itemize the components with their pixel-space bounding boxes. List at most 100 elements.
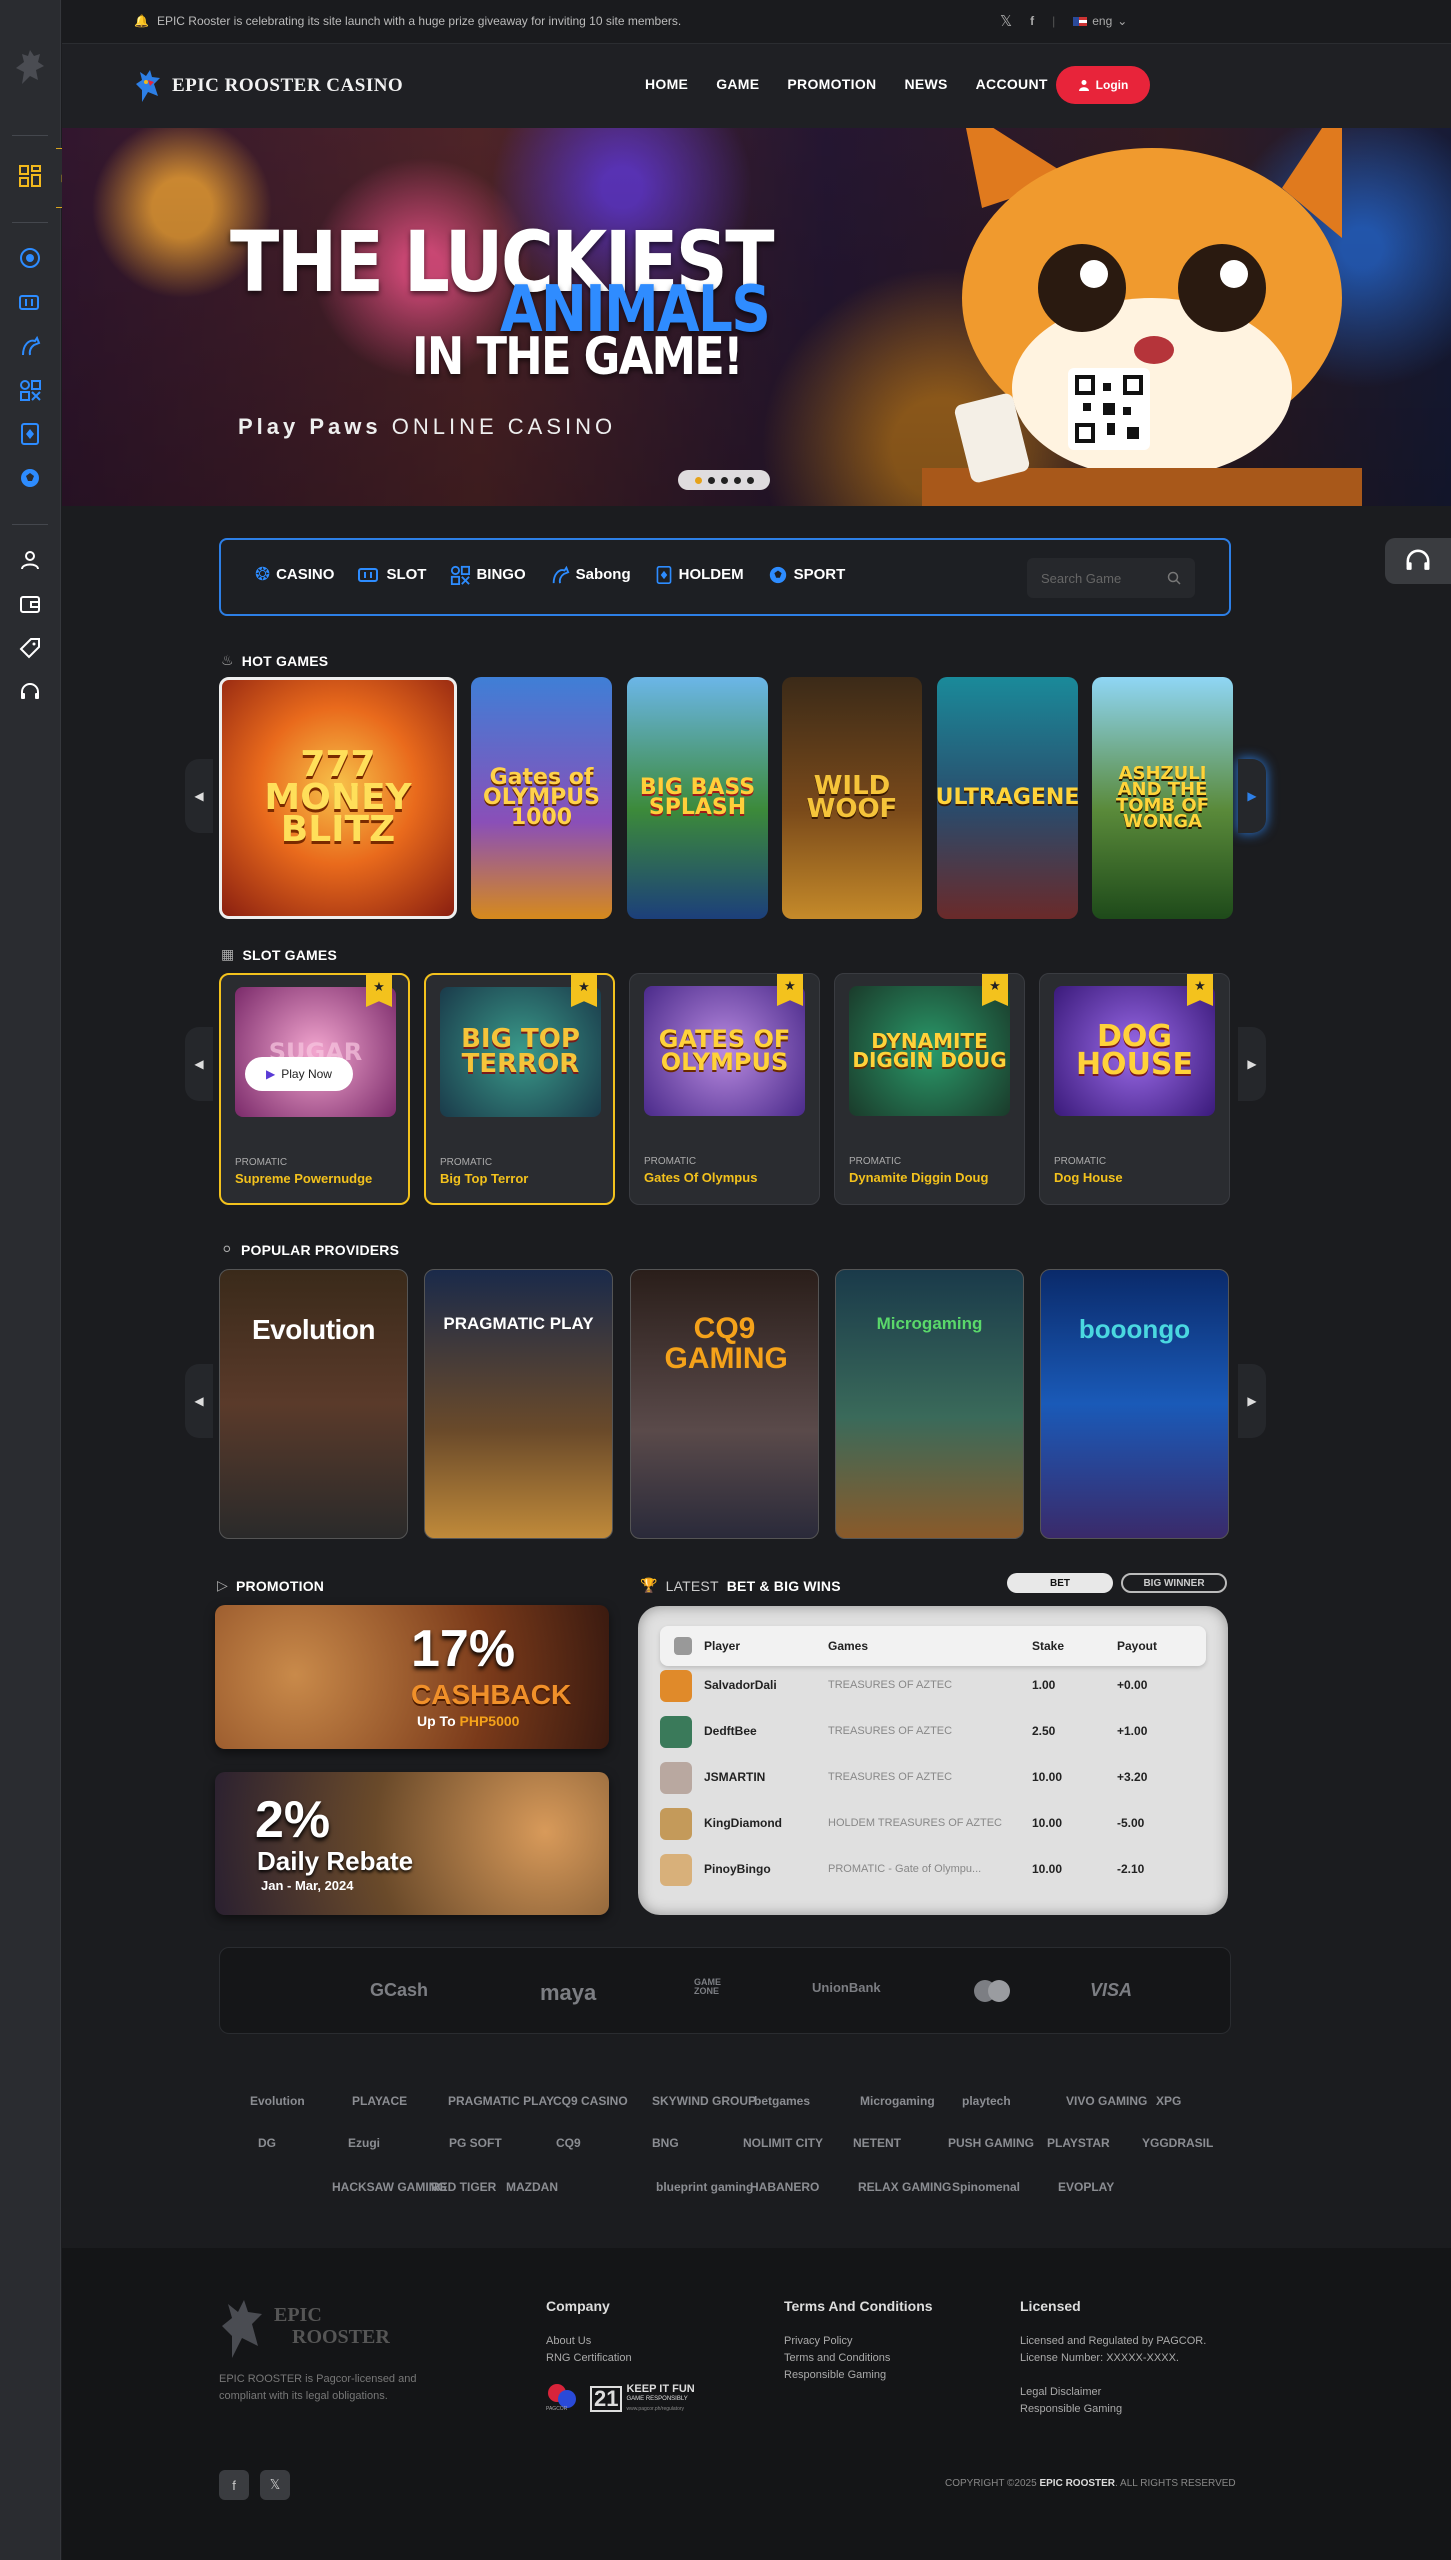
menu-game[interactable]: GAME [716,76,759,92]
provider-card[interactable]: PRAGMATIC PLAY [424,1269,613,1539]
category-slot[interactable]: SLOT [358,564,426,585]
wallet-icon[interactable] [18,592,42,616]
provider-logo[interactable]: SKYWIND GROUP [652,2094,756,2108]
footer-x-twitter-icon[interactable]: 𝕏 [260,2470,290,2500]
provider-logo[interactable]: DG [258,2136,276,2150]
tab-bet[interactable]: BET [1007,1573,1113,1593]
hot-games-next-button[interactable]: ▶ [1238,759,1266,833]
provider-logo[interactable]: VIVO GAMING [1066,2094,1147,2108]
provider-logo[interactable]: blueprint gaming [656,2180,753,2194]
provider-logo[interactable]: NOLIMIT CITY [743,2136,823,2150]
rooster-logo-icon[interactable] [14,46,46,90]
provider-logo[interactable]: playtech [962,2094,1011,2108]
provider-logo[interactable]: Ezugi [348,2136,380,2150]
menu-news[interactable]: NEWS [904,76,947,92]
footer-link-responsible-gaming-2[interactable]: Responsible Gaming [1020,2401,1206,2418]
provider-logo[interactable]: YGGDRASIL [1142,2136,1213,2150]
hot-game-card[interactable]: WILD WOOF [782,677,922,919]
footer-link-about-us[interactable]: About Us [546,2333,632,2350]
search-game-input[interactable]: Search Game [1027,558,1195,598]
slot-machine-icon[interactable] [18,290,42,314]
footer-link-privacy-policy[interactable]: Privacy Policy [784,2333,933,2350]
provider-logo[interactable]: CQ9 [556,2136,581,2150]
category-sport[interactable]: SPORT [768,564,845,585]
footer-facebook-icon[interactable]: f [219,2470,249,2500]
search-icon[interactable] [1167,571,1181,585]
login-button[interactable]: Login [1056,66,1150,104]
hot-game-card[interactable]: BIG BASS SPLASH [627,677,768,919]
slot-game-card[interactable]: SUGAR ▶ Play Now ★ PROMATIC Supreme Power… [219,973,410,1205]
bingo-icon[interactable] [18,378,42,402]
slot-game-card[interactable]: DYNAMITE DIGGIN DOUG ★ PROMATIC Dynamite… [834,973,1025,1205]
slot-games-prev-button[interactable]: ◀ [185,1027,213,1101]
provider-card[interactable]: booongo [1040,1269,1229,1539]
dashboard-icon[interactable] [18,164,42,188]
provider-logo[interactable]: PRAGMATIC PLAY [448,2094,554,2108]
hero-banner[interactable]: THE LUCKIEST ANIMALS IN THE GAME! Play P… [62,128,1451,506]
support-chat-button[interactable] [1385,538,1451,584]
hot-game-card[interactable]: ULTRAGENE [937,677,1078,919]
carousel-dots[interactable] [678,470,770,490]
category-sabong[interactable]: Sabong [550,564,631,585]
play-now-button[interactable]: ▶ Play Now [245,1057,353,1091]
hot-game-card[interactable]: ASHZULI AND THE TOMB OF WONGA [1092,677,1233,919]
provider-logo[interactable]: Spinomenal [952,2180,1020,2194]
category-bingo[interactable]: BINGO [450,564,526,585]
qr-code[interactable] [1068,368,1150,450]
slot-game-card[interactable]: GATES OF OLYMPUS ★ PROMATIC Gates Of Oly… [629,973,820,1205]
hot-game-card[interactable]: 777 MONEY BLITZ [219,677,457,919]
language-selector[interactable]: eng ⌄ [1073,14,1127,28]
tab-big-winner[interactable]: BIG WINNER [1121,1573,1227,1593]
support-headset-icon[interactable] [18,680,42,704]
sabong-rooster-icon[interactable] [18,334,42,358]
tag-icon[interactable] [18,636,42,660]
provider-logo[interactable]: HACKSAW GAMING [332,2180,447,2194]
footer-logo[interactable]: EPIC ROOSTER [218,2296,390,2366]
provider-logo[interactable]: PLAYACE [352,2094,407,2108]
casino-chip-icon[interactable] [18,246,42,270]
provider-logo[interactable]: Evolution [250,2094,305,2108]
facebook-icon[interactable]: f [1030,14,1034,28]
slot-game-card[interactable]: DOG HOUSE ★ PROMATIC Dog House [1039,973,1230,1205]
provider-card[interactable]: Evolution [219,1269,408,1539]
promo-banner-rebate[interactable]: 2% Daily Rebate Jan - Mar, 2024 [215,1772,609,1915]
provider-logo[interactable]: MAZDAN [506,2180,558,2194]
category-holdem[interactable]: HOLDEM [655,564,744,585]
x-twitter-icon[interactable]: 𝕏 [1000,12,1012,30]
footer-link-terms[interactable]: Terms and Conditions [784,2350,933,2367]
provider-logo[interactable]: Microgaming [860,2094,935,2108]
footer-link-rng-certification[interactable]: RNG Certification [546,2350,632,2367]
slot-games-next-button[interactable]: ▶ [1238,1027,1266,1101]
sport-ball-icon[interactable] [18,466,42,490]
provider-logo[interactable]: RED TIGER [431,2180,496,2194]
footer-link-responsible-gaming[interactable]: Responsible Gaming [784,2367,933,2384]
provider-logo[interactable]: PUSH GAMING [948,2136,1034,2150]
slot-game-card[interactable]: BIG TOP TERROR ★ PROMATIC Big Top Terror [424,973,615,1205]
provider-card[interactable]: CQ9 GAMING [630,1269,819,1539]
menu-home[interactable]: HOME [645,76,688,92]
user-icon[interactable] [18,548,42,572]
footer-link-legal-disclaimer[interactable]: Legal Disclaimer [1020,2384,1206,2401]
menu-promotion[interactable]: PROMOTION [787,76,876,92]
hot-games-prev-button[interactable]: ◀ [185,759,213,833]
provider-logo[interactable]: betgames [754,2094,810,2108]
provider-logo[interactable]: HABANERO [750,2180,819,2194]
providers-next-button[interactable]: ▶ [1238,1364,1266,1438]
provider-logo[interactable]: EVOPLAY [1058,2180,1114,2194]
provider-logo[interactable]: RELAX GAMING [858,2180,951,2194]
hot-game-card[interactable]: Gates of OLYMPUS 1000 [471,677,612,919]
providers-prev-button[interactable]: ◀ [185,1364,213,1438]
provider-logo[interactable]: XPG [1156,2094,1181,2108]
popular-providers-title-text: POPULAR PROVIDERS [240,1241,400,1258]
provider-logo[interactable]: NETENT [853,2136,901,2150]
provider-logo[interactable]: BNG [652,2136,679,2150]
holdem-card-icon[interactable] [18,422,42,446]
provider-card[interactable]: Microgaming [835,1269,1024,1539]
provider-logo[interactable]: PLAYSTAR [1047,2136,1110,2150]
promo-banner-cashback[interactable]: 17% CASHBACK Up To PHP5000 [215,1605,609,1749]
provider-logo[interactable]: PG SOFT [449,2136,502,2150]
menu-account[interactable]: ACCOUNT [976,76,1048,92]
brand-logo[interactable]: EPIC ROOSTER CASINO [134,68,403,104]
category-casino[interactable]: ❂ CASINO [255,564,334,585]
provider-logo[interactable]: CQ9 CASINO [553,2094,628,2108]
